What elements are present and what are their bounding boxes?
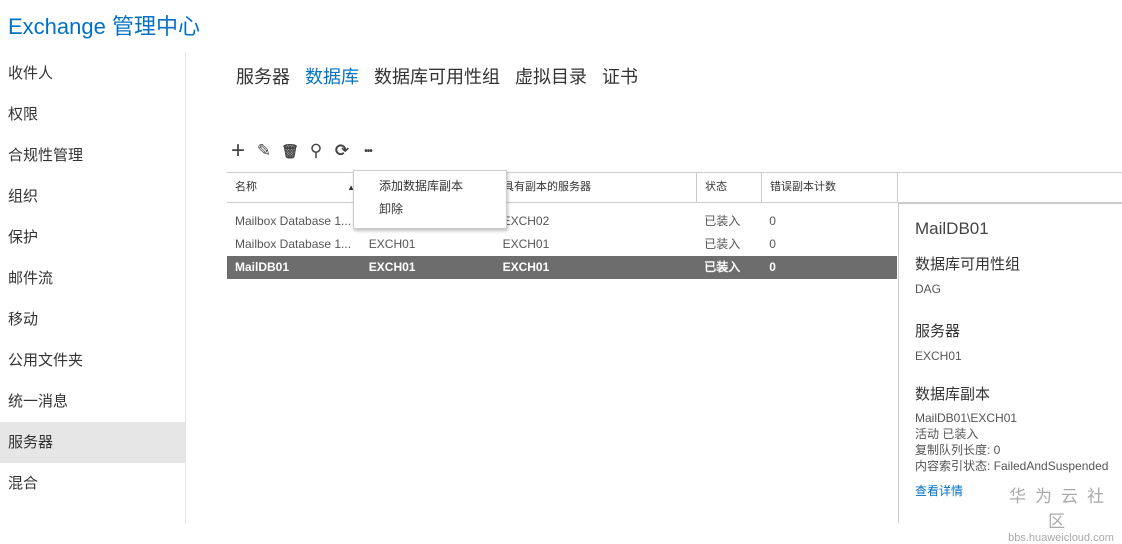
watermark-title: 华为云社区 bbox=[1009, 487, 1113, 531]
edit-icon[interactable]: ✎ bbox=[254, 141, 274, 161]
app-title: Exchange 管理中心 bbox=[8, 14, 200, 39]
delete-icon[interactable]: 🗑 bbox=[280, 141, 300, 161]
tab-databases[interactable]: 数据库 bbox=[305, 63, 359, 89]
server-value: EXCH01 bbox=[915, 349, 962, 363]
detail-title: MailDB01 bbox=[915, 219, 989, 238]
sidebar-item-organization[interactable]: 组织 bbox=[0, 176, 185, 217]
cell-status: 已装入 bbox=[704, 214, 741, 228]
search-icon[interactable]: ⚲ bbox=[306, 141, 326, 161]
table-row[interactable]: Mailbox Database 1... EXCH01 EXCH01 已装入 … bbox=[227, 233, 897, 256]
dag-value: DAG bbox=[915, 282, 942, 296]
refresh-icon[interactable]: ⟳ bbox=[332, 141, 352, 161]
copy-queue-length: 复制队列长度: 0 bbox=[915, 443, 1001, 457]
table-row[interactable]: Mailbox Database 1... EXCH02 已装入 0 bbox=[227, 210, 897, 233]
column-header-servers-with-copies[interactable]: 具有副本的服务器 bbox=[495, 173, 697, 202]
cell-servers: EXCH02 bbox=[502, 214, 550, 228]
sidebar-item-mail-flow[interactable]: 邮件流 bbox=[0, 258, 185, 299]
cell-name: Mailbox Database 1... bbox=[235, 237, 352, 251]
more-icon[interactable]: ••• bbox=[358, 141, 378, 161]
dag-heading: 数据库可用性组 bbox=[915, 256, 1021, 273]
sidebar: 收件人 权限 合规性管理 组织 保护 邮件流 移动 公用文件夹 统一消息 服务器… bbox=[0, 53, 186, 523]
tab-bar: 服务器 数据库 数据库可用性组 虚拟目录 证书 bbox=[236, 63, 638, 89]
menu-item-dismount[interactable]: 卸除 bbox=[354, 198, 506, 221]
details-pane: MailDB01 数据库可用性组 DAG 服务器 EXCH01 数据库副本 Ma… bbox=[898, 203, 1122, 523]
cell-bad-copies: 0 bbox=[769, 214, 776, 228]
cell-status: 已装入 bbox=[704, 260, 741, 274]
cell-name: Mailbox Database 1... bbox=[235, 214, 352, 228]
tab-certificates[interactable]: 证书 bbox=[602, 63, 638, 89]
watermark: 华为云社区 bbs.huaweicloud.com bbox=[1000, 482, 1122, 544]
context-menu: 添加数据库副本 卸除 bbox=[353, 170, 507, 229]
cell-active-server: EXCH01 bbox=[368, 260, 416, 274]
cell-bad-copies: 0 bbox=[769, 260, 776, 274]
sidebar-item-protection[interactable]: 保护 bbox=[0, 217, 185, 258]
cell-servers: EXCH01 bbox=[502, 260, 550, 274]
tab-servers[interactable]: 服务器 bbox=[236, 63, 290, 89]
cell-status: 已装入 bbox=[704, 237, 741, 251]
copy-name: MailDB01\EXCH01 bbox=[915, 411, 1018, 425]
watermark-url: bbs.huaweicloud.com bbox=[1008, 532, 1114, 544]
cell-name: MailDB01 bbox=[235, 260, 290, 274]
sidebar-item-unified-messaging[interactable]: 统一消息 bbox=[0, 381, 185, 422]
sidebar-item-public-folders[interactable]: 公用文件夹 bbox=[0, 340, 185, 381]
tab-virtual-directories[interactable]: 虚拟目录 bbox=[515, 63, 587, 89]
server-heading: 服务器 bbox=[915, 323, 961, 340]
sidebar-item-servers[interactable]: 服务器 bbox=[0, 422, 185, 463]
cell-servers: EXCH01 bbox=[502, 237, 550, 251]
sidebar-item-recipients[interactable]: 收件人 bbox=[0, 53, 185, 94]
column-header-bad-copy-count[interactable]: 错误副本计数 bbox=[762, 173, 898, 202]
add-icon[interactable]: + bbox=[228, 137, 248, 164]
sidebar-item-compliance[interactable]: 合规性管理 bbox=[0, 135, 185, 176]
header-label: 名称 bbox=[235, 181, 257, 193]
content-index-state: 内容索引状态: FailedAndSuspended bbox=[915, 459, 1109, 473]
column-header-status[interactable]: 状态 bbox=[697, 173, 762, 202]
copies-heading: 数据库副本 bbox=[915, 386, 991, 403]
cell-active-server: EXCH01 bbox=[368, 237, 416, 251]
cell-bad-copies: 0 bbox=[769, 237, 776, 251]
view-details-link[interactable]: 查看详情 bbox=[915, 482, 963, 499]
sidebar-item-mobile[interactable]: 移动 bbox=[0, 299, 185, 340]
table-row-selected[interactable]: MailDB01 EXCH01 EXCH01 已装入 0 bbox=[227, 256, 897, 279]
menu-item-add-database-copy[interactable]: 添加数据库副本 bbox=[354, 175, 506, 198]
tab-dag[interactable]: 数据库可用性组 bbox=[374, 63, 500, 89]
sidebar-item-hybrid[interactable]: 混合 bbox=[0, 463, 185, 504]
sidebar-item-permissions[interactable]: 权限 bbox=[0, 94, 185, 135]
toolbar: + ✎ 🗑 ⚲ ⟳ ••• bbox=[228, 137, 378, 164]
column-header-name[interactable]: 名称 ▲ bbox=[227, 173, 361, 202]
copy-status: 活动 已装入 bbox=[915, 427, 979, 441]
